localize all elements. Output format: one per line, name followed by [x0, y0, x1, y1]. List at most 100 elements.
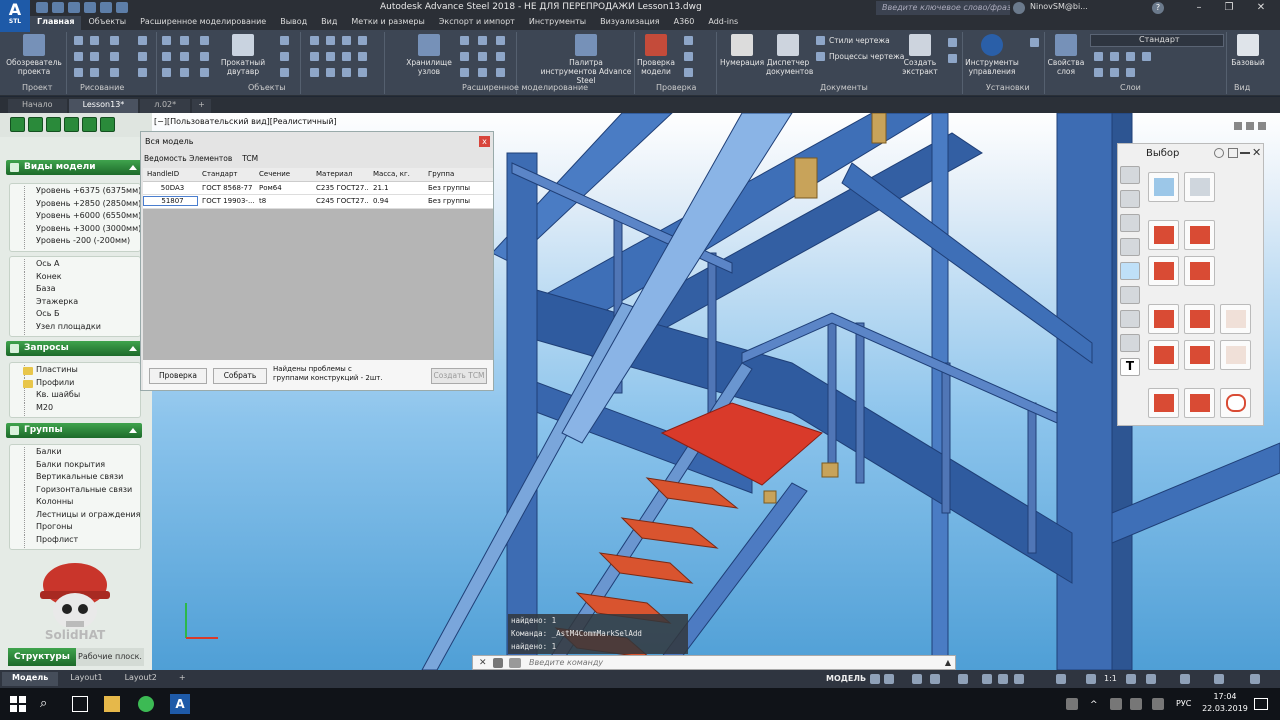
battery-icon[interactable] [1130, 698, 1142, 710]
search-input[interactable]: Введите ключевое слово/фразу [876, 1, 1010, 15]
bracing-icon[interactable] [496, 52, 505, 61]
tab-tools[interactable]: Инструменты [522, 16, 593, 30]
collapse-icon[interactable] [129, 165, 137, 170]
annotation-monitor-icon[interactable] [1146, 674, 1156, 684]
list-item[interactable]: M20 [10, 402, 140, 415]
add-marked-button[interactable] [1148, 340, 1179, 370]
grid-toggle-icon[interactable] [870, 674, 880, 684]
doc-tab-sheet02[interactable]: л.02* [140, 99, 191, 113]
open-file-icon[interactable] [52, 2, 64, 13]
hole-icon[interactable] [342, 68, 351, 77]
create-extract-button[interactable]: Создать экстракт [900, 34, 940, 76]
polar-toggle-icon[interactable] [930, 674, 940, 684]
query-selection-button[interactable] [1148, 172, 1179, 202]
portal-frame-icon[interactable] [460, 52, 469, 61]
list-item[interactable]: Вертикальные связи [10, 472, 140, 485]
railing-icon[interactable] [478, 36, 487, 45]
explorer-edit-icon[interactable] [28, 117, 43, 132]
ortho-toggle-icon[interactable] [912, 674, 922, 684]
windows-start-icon[interactable] [10, 696, 26, 712]
layer-lock-icon[interactable] [1126, 52, 1135, 61]
chamfer-icon[interactable] [326, 52, 335, 61]
notifications-icon[interactable] [1254, 698, 1268, 710]
help-icon[interactable]: ? [1152, 2, 1164, 14]
rolled-beam-button[interactable]: Прокатный двутавр [218, 34, 268, 76]
select-by-tool-button[interactable] [1184, 388, 1215, 418]
doc-tab-start[interactable]: Начало [8, 99, 67, 113]
palette-minimize-icon[interactable] [1234, 122, 1242, 130]
user-name[interactable]: NinovSM@bi... [1030, 2, 1088, 11]
tab-a360[interactable]: A360 [667, 16, 702, 30]
palette-close-icon[interactable] [1258, 122, 1266, 130]
collect-button[interactable]: Собрать [213, 368, 267, 384]
clock-date[interactable]: 22.03.2019 [1198, 704, 1252, 713]
collapse-icon[interactable] [129, 428, 137, 433]
advance-steel-taskbar-icon[interactable]: A [170, 694, 190, 714]
save-icon[interactable] [68, 2, 80, 13]
hatch-icon[interactable] [74, 68, 83, 77]
palette-side-icon[interactable] [1120, 214, 1140, 232]
explorer-list-icon[interactable] [46, 117, 61, 132]
clock-time[interactable]: 17:04 [1208, 692, 1242, 701]
redo-icon[interactable] [116, 2, 128, 13]
save-as-icon[interactable] [84, 2, 96, 13]
folded-plate-icon[interactable] [280, 68, 289, 77]
compound-beam-icon[interactable] [280, 52, 289, 61]
list-item[interactable]: Колонны [10, 497, 140, 510]
move-icon[interactable] [138, 36, 147, 45]
command-input[interactable] [529, 657, 949, 668]
arc-icon[interactable] [110, 36, 119, 45]
clash-check-icon[interactable] [684, 36, 693, 45]
project-browser-button[interactable]: Обозреватель проекта [6, 34, 62, 76]
isolate-objects-icon[interactable] [1180, 674, 1190, 684]
palette-close-button[interactable]: ✕ [1252, 146, 1261, 159]
select-marked-button[interactable] [1148, 304, 1179, 334]
people-icon[interactable] [1066, 698, 1078, 710]
bolt-icon[interactable] [162, 52, 171, 61]
select-section-button[interactable] [1220, 304, 1251, 334]
new-file-icon[interactable] [36, 2, 48, 13]
tab-visualization[interactable]: Визуализация [593, 16, 667, 30]
language-indicator[interactable]: РУС [1176, 699, 1191, 708]
select-connected-button[interactable] [1148, 388, 1179, 418]
list-item[interactable]: Этажерка [10, 296, 140, 309]
hardware-acceleration-icon[interactable] [1214, 674, 1224, 684]
add-beam-selection-button[interactable] [1148, 220, 1179, 250]
list-item[interactable]: Уровень +6375 (6375мм) [10, 186, 141, 199]
drawing-styles-button[interactable]: Стили чертежа [829, 36, 890, 45]
layout-tab-model[interactable]: Модель [2, 672, 59, 686]
explorer-view-icon[interactable] [100, 117, 115, 132]
layer-isolate-icon[interactable] [1094, 68, 1103, 77]
base-view-button[interactable]: Базовый [1228, 34, 1268, 67]
tab-addins[interactable]: Add-ins [701, 16, 745, 30]
column-header[interactable]: HandleID [143, 170, 198, 178]
storage-nodes-button[interactable]: Хранилище узлов [404, 34, 454, 76]
chrome-icon[interactable] [138, 696, 154, 712]
tab-structures[interactable]: Структуры [8, 648, 76, 666]
base-plate-icon[interactable] [478, 68, 487, 77]
layer-freeze-icon[interactable] [1110, 52, 1119, 61]
palette-side-icon[interactable] [1120, 166, 1140, 184]
weld-point-icon[interactable] [326, 68, 335, 77]
nc-icon[interactable] [948, 54, 957, 63]
explorer-filter-icon[interactable] [82, 117, 97, 132]
palette-side-icon[interactable] [1120, 262, 1140, 280]
task-view-icon[interactable] [72, 696, 88, 712]
list-item[interactable]: Конек [10, 271, 140, 284]
palette-settings-icon[interactable] [1214, 148, 1224, 158]
tab-work-planes[interactable]: Рабочие плоск. [76, 648, 144, 666]
dialog-close-button[interactable]: x [479, 136, 490, 147]
tab-elements-list[interactable]: Ведомость Элементов [144, 154, 232, 163]
list-item[interactable]: Уровень +6000 (6550мм) [10, 211, 141, 224]
grid-icon[interactable] [200, 52, 209, 61]
check-button[interactable]: Проверка [149, 368, 207, 384]
history-arrow-icon[interactable]: ▲ [945, 658, 951, 667]
zoom-selection-button[interactable] [1220, 388, 1251, 418]
weld-icon[interactable] [180, 52, 189, 61]
app-logo[interactable]: A STL [0, 0, 30, 32]
column-header[interactable]: Материал [312, 170, 369, 178]
polyline-icon[interactable] [90, 36, 99, 45]
palette-collapse-icon[interactable] [1240, 152, 1250, 154]
select-unmarked-button[interactable] [1184, 304, 1215, 334]
beam-icon[interactable] [180, 36, 189, 45]
